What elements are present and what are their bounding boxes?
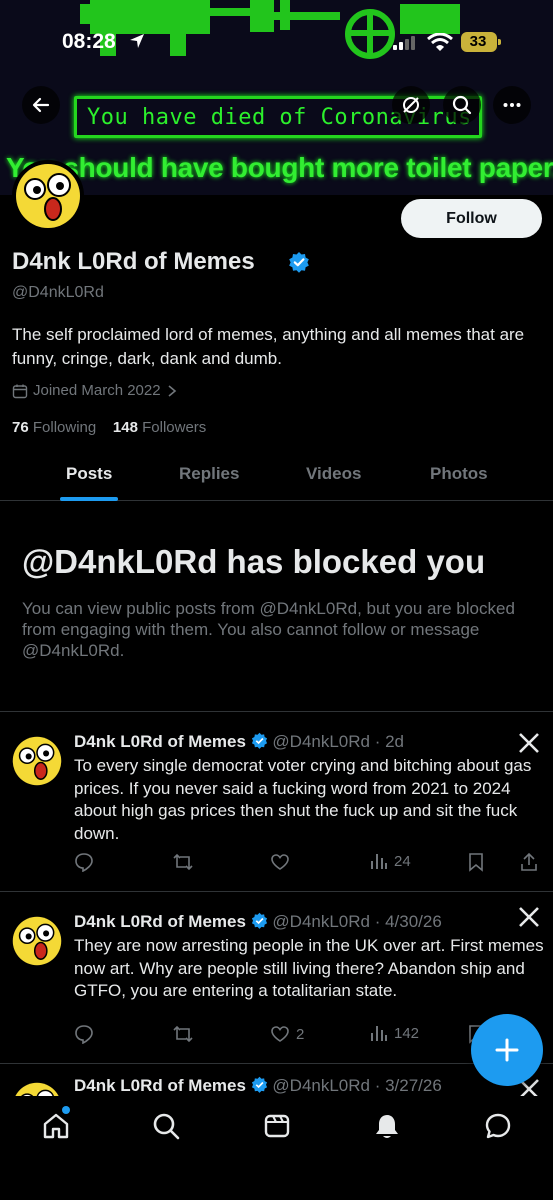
- followers-link[interactable]: 148 Followers: [113, 419, 206, 436]
- like-button[interactable]: [270, 852, 296, 872]
- battery-indicator: 33: [461, 32, 501, 52]
- banner-caption: You should have bought more toilet paper…: [6, 152, 553, 183]
- bottom-navigation: [0, 1096, 553, 1200]
- view-count: 142: [394, 1024, 420, 1042]
- tab-photos[interactable]: Photos: [430, 464, 488, 484]
- location-arrow-icon: [130, 34, 144, 48]
- post-meta: @D4nkL0Rd · 4/30/26: [272, 912, 442, 931]
- following-link[interactable]: 76 Following: [12, 419, 96, 436]
- grok-icon: [403, 97, 419, 113]
- verified-badge-icon: [289, 252, 309, 273]
- blocked-title: @D4nkL0Rd has blocked you: [22, 543, 486, 580]
- post-text: They are now arresting people in the UK …: [74, 936, 544, 1000]
- share-button[interactable]: [520, 852, 538, 872]
- profile-handle: @D4nkL0Rd: [12, 284, 104, 301]
- profile-display-name: D4nk L0Rd of Memes: [12, 248, 255, 275]
- tab-videos[interactable]: Videos: [306, 464, 361, 484]
- post-avatar[interactable]: [12, 736, 62, 786]
- profile-joined[interactable]: Joined March 2022: [12, 382, 178, 399]
- post-item[interactable]: D4nk L0Rd of Memes @D4nkL0Rd · 2d To eve…: [0, 711, 553, 891]
- post-author-name[interactable]: D4nk L0Rd of Memes: [74, 1076, 246, 1095]
- messages-icon[interactable]: [484, 1112, 512, 1140]
- search-icon: [452, 95, 472, 115]
- verified-badge-icon: [251, 732, 267, 749]
- post-header: D4nk L0Rd of Memes @D4nkL0Rd · 4/30/26: [74, 912, 442, 932]
- post-avatar[interactable]: [12, 916, 62, 966]
- like-count: 2: [296, 1025, 305, 1043]
- grok-button[interactable]: [392, 86, 430, 124]
- bookmark-button[interactable]: [468, 852, 484, 872]
- x-logo-icon: [519, 733, 539, 753]
- active-tab-indicator: [60, 497, 118, 501]
- post-item[interactable]: D4nk L0Rd of Memes @D4nkL0Rd · 4/30/26 T…: [0, 891, 553, 1063]
- post-header: D4nk L0Rd of Memes @D4nkL0Rd · 3/27/26: [74, 1076, 442, 1096]
- x-logo-icon: [519, 907, 539, 927]
- verified-badge-icon: [251, 912, 267, 929]
- wifi-icon: [427, 33, 453, 51]
- battery-level: 33: [469, 33, 487, 50]
- bell-icon[interactable]: [373, 1112, 401, 1140]
- followers-count: 148: [112, 419, 138, 436]
- shocked-face-avatar-icon: [16, 164, 80, 228]
- following-count: 76: [12, 419, 29, 436]
- joined-date: Joined March 2022: [33, 382, 161, 399]
- back-button[interactable]: [22, 86, 60, 124]
- like-button[interactable]: 2: [270, 1024, 304, 1044]
- follow-button[interactable]: Follow: [401, 199, 542, 238]
- repost-button[interactable]: [172, 1024, 194, 1044]
- post-meta: @D4nkL0Rd · 2d: [272, 732, 405, 751]
- views-chart-icon: [371, 1026, 387, 1041]
- heart-icon: [271, 1026, 289, 1042]
- reply-button[interactable]: [74, 1024, 94, 1044]
- repost-button[interactable]: [172, 852, 194, 872]
- share-icon: [521, 852, 537, 871]
- bookmark-icon: [469, 853, 483, 872]
- heart-icon: [271, 854, 289, 870]
- post-meta: @D4nkL0Rd · 3/27/26: [272, 1076, 442, 1095]
- more-icon: [503, 103, 521, 107]
- post-header: D4nk L0Rd of Memes @D4nkL0Rd · 2d: [74, 732, 404, 752]
- reply-button[interactable]: [74, 852, 94, 872]
- compose-post-button[interactable]: [471, 1014, 543, 1086]
- profile-tabs: Posts Replies Videos Photos: [0, 452, 553, 501]
- following-label: Following: [32, 419, 97, 436]
- post-actions: 24: [74, 852, 544, 876]
- more-options-button[interactable]: [493, 86, 531, 124]
- post-author-name[interactable]: D4nk L0Rd of Memes: [74, 732, 246, 751]
- post-text: To every single democrat voter crying an…: [74, 756, 532, 843]
- views-button[interactable]: 142: [370, 1024, 419, 1042]
- repost-icon: [173, 853, 193, 871]
- status-bar: 08:28 33: [0, 28, 553, 58]
- views-chart-icon: [371, 854, 387, 869]
- status-time: 08:28: [62, 30, 116, 53]
- search-button[interactable]: [443, 86, 481, 124]
- reply-icon: [75, 853, 93, 872]
- verified-badge-icon: [251, 1076, 267, 1093]
- view-count: 24: [394, 852, 411, 870]
- calendar-icon: [12, 384, 28, 398]
- arrow-left-icon: [32, 97, 50, 113]
- views-button[interactable]: 24: [370, 852, 411, 870]
- profile-bio: The self proclaimed lord of memes, anyth…: [12, 325, 525, 368]
- repost-icon: [173, 1025, 193, 1043]
- blocked-message: You can view public posts from @D4nkL0Rd…: [22, 599, 515, 660]
- cellular-signal-icon: [393, 36, 415, 50]
- chevron-right-icon: [168, 384, 176, 397]
- profile-avatar[interactable]: [12, 160, 84, 232]
- reply-icon: [75, 1025, 93, 1044]
- followers-label: Followers: [142, 419, 207, 436]
- tab-replies[interactable]: Replies: [179, 464, 239, 484]
- plus-icon: [495, 1038, 519, 1062]
- post-author-name[interactable]: D4nk L0Rd of Memes: [74, 912, 246, 931]
- tab-posts[interactable]: Posts: [66, 464, 112, 484]
- search-icon[interactable]: [152, 1112, 180, 1140]
- home-icon[interactable]: [42, 1112, 70, 1140]
- profile-stats: 76 Following 148 Followers: [12, 419, 206, 436]
- media-icon[interactable]: [263, 1112, 291, 1140]
